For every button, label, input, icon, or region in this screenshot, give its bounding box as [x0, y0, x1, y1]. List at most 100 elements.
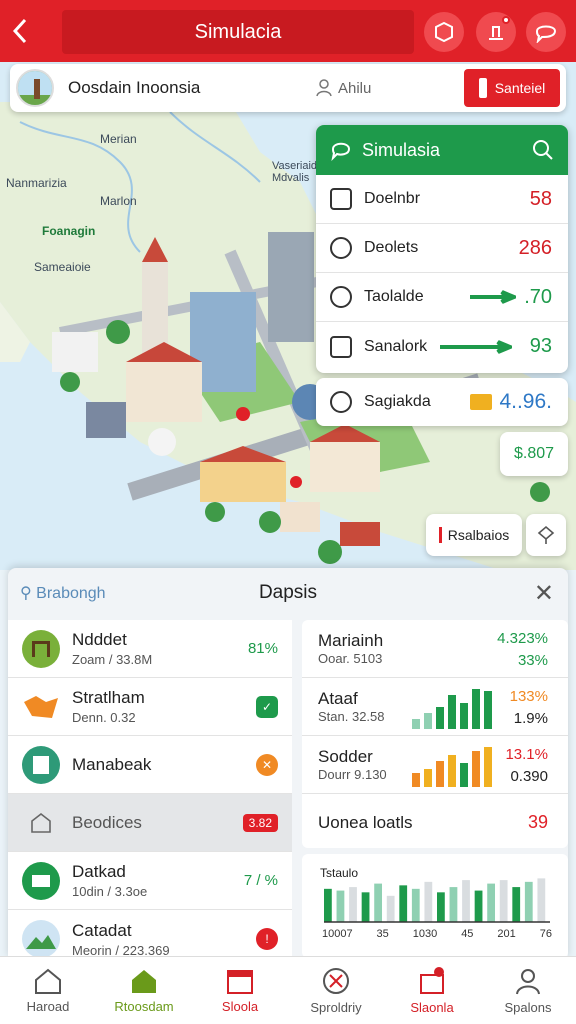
landscape-icon [22, 920, 60, 958]
simulation-row[interactable]: Sanalork 93 [316, 322, 568, 371]
value-chip[interactable]: $.807 [500, 432, 568, 476]
marker-icon [438, 527, 442, 543]
nav-item-schedule[interactable]: Sloola [192, 957, 288, 1024]
bar-chart [324, 878, 550, 923]
extra-card[interactable]: Sagiakda 4..96. [316, 378, 568, 426]
location-bar: Oosdain Inoonsia Ahilu Santeiel [10, 64, 566, 112]
simulation-row-value: .70 [524, 285, 552, 308]
stat-value-secondary: 33% [517, 652, 548, 669]
bookmark-icon [478, 78, 487, 98]
compass-icon [323, 968, 349, 994]
nav-label: Sproldriy [310, 1000, 362, 1015]
stat-value-primary: 133% [509, 688, 548, 705]
simulation-row-label: Taolalde [364, 288, 424, 305]
radiation-chip-label: Rsalbaios [447, 527, 510, 543]
home-outline-icon [35, 968, 61, 994]
map-label: Sameaioie [34, 260, 91, 274]
wrench-icon: ✕ [256, 753, 278, 776]
chat-icon[interactable] [526, 12, 566, 52]
extra-card-label: Sagiakda [364, 393, 431, 410]
chart-tick-label: 35 [376, 928, 389, 940]
chart-tick-label: 45 [461, 928, 474, 940]
chart-bar [437, 892, 445, 922]
nav-item-shop[interactable]: Slaonla [384, 957, 480, 1024]
chart-bar [462, 880, 470, 922]
chart-bar [499, 880, 508, 922]
chart-x-axis: 10007 35 1030 45 201 76 [322, 928, 552, 940]
hexagon-icon[interactable] [424, 12, 464, 52]
list-item[interactable]: Beodices 3.82 [8, 794, 292, 852]
panel-search[interactable]: ⚲ Brabongh [20, 583, 106, 603]
chart-tick-label: 76 [539, 928, 552, 940]
list-item[interactable]: Stratlham Denn. 0.32 ✓ [8, 678, 292, 736]
notification-icon[interactable] [476, 12, 516, 52]
top-bar: Simulacia [0, 0, 576, 62]
home-icon [132, 970, 156, 993]
stat-row[interactable]: Mariainh Ooar. 5103 4.323% 33% [302, 620, 568, 678]
nav-item-region[interactable]: Rtoosdam [96, 957, 192, 1024]
chart-bar [512, 887, 521, 922]
stats-card: Mariainh Ooar. 5103 4.323% 33% Ataaf Sta… [302, 620, 568, 848]
document-icon [330, 335, 352, 358]
chart-bar [487, 883, 496, 922]
map-label: Marlon [100, 194, 137, 208]
panel-search-text: Brabongh [36, 585, 106, 602]
chart-bar [361, 892, 370, 922]
chart-bar [449, 887, 458, 922]
comment-icon [330, 237, 352, 259]
chart-tick-label: 10007 [322, 928, 353, 940]
map-label: Nanmarizia [6, 176, 67, 190]
list-item-sub: Zoam / 33.8M [72, 652, 153, 667]
simulation-panel: Simulasia Doelnbr 58 Deolets 286 Taolald… [316, 125, 568, 373]
search-icon[interactable] [532, 139, 554, 161]
bag-icon [420, 967, 444, 994]
map-pin-icon [22, 688, 60, 726]
stat-row[interactable]: Ataaf Stan. 32.58 133% 1.9% [302, 678, 568, 736]
list-item-value: 7 / % [243, 872, 278, 889]
close-icon[interactable]: ✕ [534, 579, 554, 608]
list-item[interactable]: Datkad 10din / 3.3oe 7 / % [8, 852, 292, 910]
chart-bar [399, 885, 408, 922]
nav-item-explore[interactable]: Sproldriy [288, 957, 384, 1024]
list-item[interactable]: Ndddet Zoam / 33.8M 81% [8, 620, 292, 678]
gauge-icon [330, 286, 352, 308]
nav-label: Spalons [504, 1000, 552, 1015]
user-link[interactable]: Ahilu [316, 79, 371, 97]
page-title: Simulacia [62, 10, 414, 54]
list-item-title: Ndddet [72, 630, 127, 649]
trend-arrow-icon [470, 290, 516, 304]
folder-icon [470, 394, 492, 410]
place-list: Ndddet Zoam / 33.8M 81% Stratlham Denn. 0.… [8, 620, 292, 968]
user-name: Ahilu [338, 79, 372, 97]
stat-value-secondary: 1.9% [513, 710, 548, 727]
radiation-chip[interactable]: Rsalbaios [426, 514, 522, 556]
simulation-row[interactable]: Doelnbr 58 [316, 175, 568, 224]
location-name: Oosdain Inoonsia [68, 78, 201, 97]
building-icon [330, 188, 352, 210]
select-button[interactable]: Santeiel [464, 69, 560, 107]
stat-row[interactable]: Uonea loatls 39 [302, 794, 568, 852]
list-item-title: Datkad [72, 862, 126, 881]
user-icon [316, 79, 332, 97]
simulation-row-label: Deolets [364, 239, 419, 256]
check-icon: ✓ [256, 695, 278, 718]
list-item-sub: 10din / 3.3oe [72, 884, 148, 899]
alert-icon: ! [256, 928, 278, 950]
simulation-row-value: 286 [518, 236, 552, 259]
user-icon [516, 969, 540, 995]
mini-bar-chart [412, 689, 492, 729]
gate-icon [22, 629, 60, 668]
stat-row[interactable]: Sodder Dourr 9.130 13.1% 0.390 [302, 736, 568, 794]
chart-tick-label: 1030 [412, 928, 438, 940]
list-item[interactable]: Manabeak ✕ [8, 736, 292, 794]
simulation-row[interactable]: Deolets 286 [316, 224, 568, 273]
pin-button[interactable] [526, 514, 566, 556]
nav-label: Haroad [26, 999, 70, 1014]
list-item-title: Manabeak [72, 754, 152, 774]
notification-dot [502, 16, 510, 24]
nav-item-profile[interactable]: Spalons [480, 957, 576, 1024]
back-icon[interactable] [0, 0, 40, 62]
nav-item-home[interactable]: Haroad [0, 957, 96, 1024]
details-panel: ⚲ Brabongh Dapsis ✕ Ndddet Zoam / 33.8M 8… [8, 568, 568, 968]
simulation-row[interactable]: Taolalde .70 [316, 273, 568, 322]
